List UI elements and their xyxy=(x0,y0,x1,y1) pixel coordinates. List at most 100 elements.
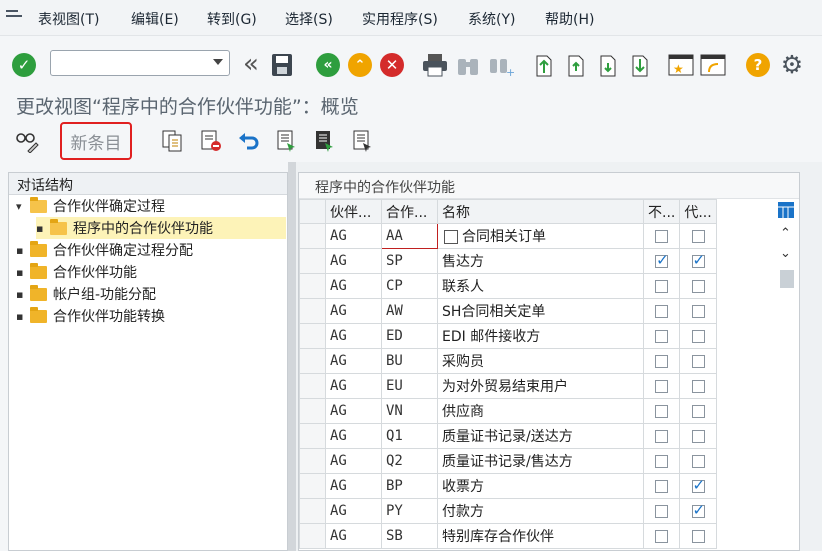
checkbox[interactable] xyxy=(655,279,669,293)
first-page-icon[interactable] xyxy=(532,52,556,78)
cell-partner-function[interactable]: ED xyxy=(381,323,438,349)
menu-edit[interactable]: 编辑(E) xyxy=(131,9,179,29)
new-entries-button[interactable]: 新条目 xyxy=(60,122,132,160)
help-icon[interactable]: ? xyxy=(746,53,770,77)
cell-partner-function[interactable]: Q2 xyxy=(381,448,438,474)
checkbox[interactable] xyxy=(655,404,669,418)
row-selector[interactable] xyxy=(299,398,326,424)
scroll-down-icon[interactable]: ⌄ xyxy=(780,246,791,261)
previous-page-icon[interactable] xyxy=(564,52,588,78)
cell-partner-function[interactable]: AW xyxy=(381,298,438,324)
table-row[interactable]: AG ED EDI 邮件接收方 xyxy=(299,323,717,349)
row-selector[interactable] xyxy=(299,348,326,374)
checkbox[interactable] xyxy=(691,454,705,468)
find-next-icon[interactable]: + xyxy=(488,52,514,78)
row-selector[interactable] xyxy=(299,448,326,474)
cell-partner-function[interactable]: SB xyxy=(381,523,438,549)
checkbox[interactable] xyxy=(691,329,705,343)
checkbox[interactable] xyxy=(655,304,669,318)
checkbox[interactable] xyxy=(655,251,669,269)
checkbox[interactable] xyxy=(655,429,669,443)
undo-icon[interactable] xyxy=(236,128,262,154)
table-row[interactable]: AG BU 采购员 xyxy=(299,348,717,374)
checkbox[interactable] xyxy=(691,476,705,494)
cell-partner-function[interactable]: SP xyxy=(381,248,438,274)
row-selector[interactable] xyxy=(299,248,326,274)
cell-partner-function[interactable]: EU xyxy=(381,373,438,399)
command-field[interactable] xyxy=(50,50,230,76)
table-row[interactable]: AG BP 收票方 xyxy=(299,473,717,499)
value-help-icon[interactable] xyxy=(444,230,458,244)
menu-utilities[interactable]: 实用程序(S) xyxy=(362,9,438,29)
print-icon[interactable] xyxy=(422,52,448,78)
delete-icon[interactable] xyxy=(198,128,224,154)
settings-gear-icon[interactable]: ⚙ xyxy=(778,50,806,79)
column-header-name[interactable]: 名称 xyxy=(437,199,644,224)
menu-icon[interactable] xyxy=(6,10,22,22)
table-settings-icon[interactable] xyxy=(776,200,796,220)
save-icon[interactable] xyxy=(270,52,294,78)
row-selector[interactable] xyxy=(299,373,326,399)
checkbox[interactable] xyxy=(655,354,669,368)
table-row[interactable]: AG Q2 质量证书记录/售达方 xyxy=(299,448,717,474)
column-header-not-modifiable[interactable]: 不... xyxy=(642,199,681,224)
checkbox[interactable] xyxy=(691,404,705,418)
create-session-icon[interactable]: ★ xyxy=(668,52,694,78)
menu-selection[interactable]: 选择(S) xyxy=(285,9,333,29)
checkbox[interactable] xyxy=(691,379,705,393)
column-header-procedure[interactable]: 伙伴... xyxy=(325,199,382,224)
checkbox[interactable] xyxy=(691,529,705,543)
checkbox[interactable] xyxy=(655,479,669,493)
next-page-icon[interactable] xyxy=(596,52,620,78)
cell-partner-function[interactable]: Q1 xyxy=(381,423,438,449)
column-header-function[interactable]: 合作... xyxy=(381,199,438,224)
cell-partner-function[interactable]: CP xyxy=(381,273,438,299)
row-selector[interactable] xyxy=(299,498,326,524)
panel-splitter[interactable] xyxy=(288,162,296,551)
table-row[interactable]: AG CP 联系人 xyxy=(299,273,717,299)
checkbox[interactable] xyxy=(655,529,669,543)
select-block-icon[interactable] xyxy=(312,128,338,154)
row-selector[interactable] xyxy=(299,423,326,449)
checkbox[interactable] xyxy=(691,229,705,243)
checkbox[interactable] xyxy=(655,379,669,393)
select-all-icon[interactable] xyxy=(274,128,300,154)
table-row[interactable]: AG SB 特别库存合作伙伴 xyxy=(299,523,717,549)
back-icon[interactable]: « xyxy=(316,53,340,77)
checkbox[interactable] xyxy=(691,429,705,443)
checkbox[interactable] xyxy=(691,501,705,519)
checkbox[interactable] xyxy=(691,279,705,293)
tree-item-partner-determination-procedure[interactable]: ▾ 合作伙伴确定过程 xyxy=(16,195,165,217)
cell-partner-function[interactable]: VN xyxy=(381,398,438,424)
exit-icon[interactable]: ⌃ xyxy=(348,53,372,77)
checkbox[interactable] xyxy=(691,354,705,368)
tree-item-function-conversion[interactable]: ▪ 合作伙伴功能转换 xyxy=(16,305,165,327)
cell-partner-function[interactable]: BP xyxy=(381,473,438,499)
column-header-mandatory[interactable]: 代... xyxy=(679,199,717,224)
menu-help[interactable]: 帮助(H) xyxy=(545,9,594,29)
checkbox[interactable] xyxy=(691,251,705,269)
menu-goto[interactable]: 转到(G) xyxy=(207,9,257,29)
copy-as-icon[interactable] xyxy=(160,128,186,154)
row-selector[interactable] xyxy=(299,323,326,349)
cell-partner-function[interactable]: AA xyxy=(381,223,438,249)
enter-check-icon[interactable]: ✓ xyxy=(12,53,36,77)
expand-arrow-icon[interactable]: ▾ xyxy=(16,200,30,213)
last-page-icon[interactable] xyxy=(628,52,652,78)
row-selector[interactable] xyxy=(299,473,326,499)
row-selector[interactable] xyxy=(299,223,326,249)
scroll-thumb[interactable] xyxy=(780,270,794,288)
row-selector-header[interactable] xyxy=(299,199,326,224)
checkbox[interactable] xyxy=(655,504,669,518)
tree-item-partner-functions-in-procedure[interactable]: ▪ 程序中的合作伙伴功能 xyxy=(36,217,286,239)
checkbox[interactable] xyxy=(691,304,705,318)
cell-partner-function[interactable]: PY xyxy=(381,498,438,524)
checkbox[interactable] xyxy=(655,229,669,243)
menu-table-view[interactable]: 表视图(T) xyxy=(38,9,99,29)
table-row[interactable]: AG VN 供应商 xyxy=(299,398,717,424)
tree-item-account-group-assignment[interactable]: ▪ 帐户组-功能分配 xyxy=(16,283,156,305)
shortcut-icon[interactable] xyxy=(700,52,726,78)
tree-item-partner-functions[interactable]: ▪ 合作伙伴功能 xyxy=(16,261,137,283)
row-selector[interactable] xyxy=(299,523,326,549)
checkbox[interactable] xyxy=(655,454,669,468)
